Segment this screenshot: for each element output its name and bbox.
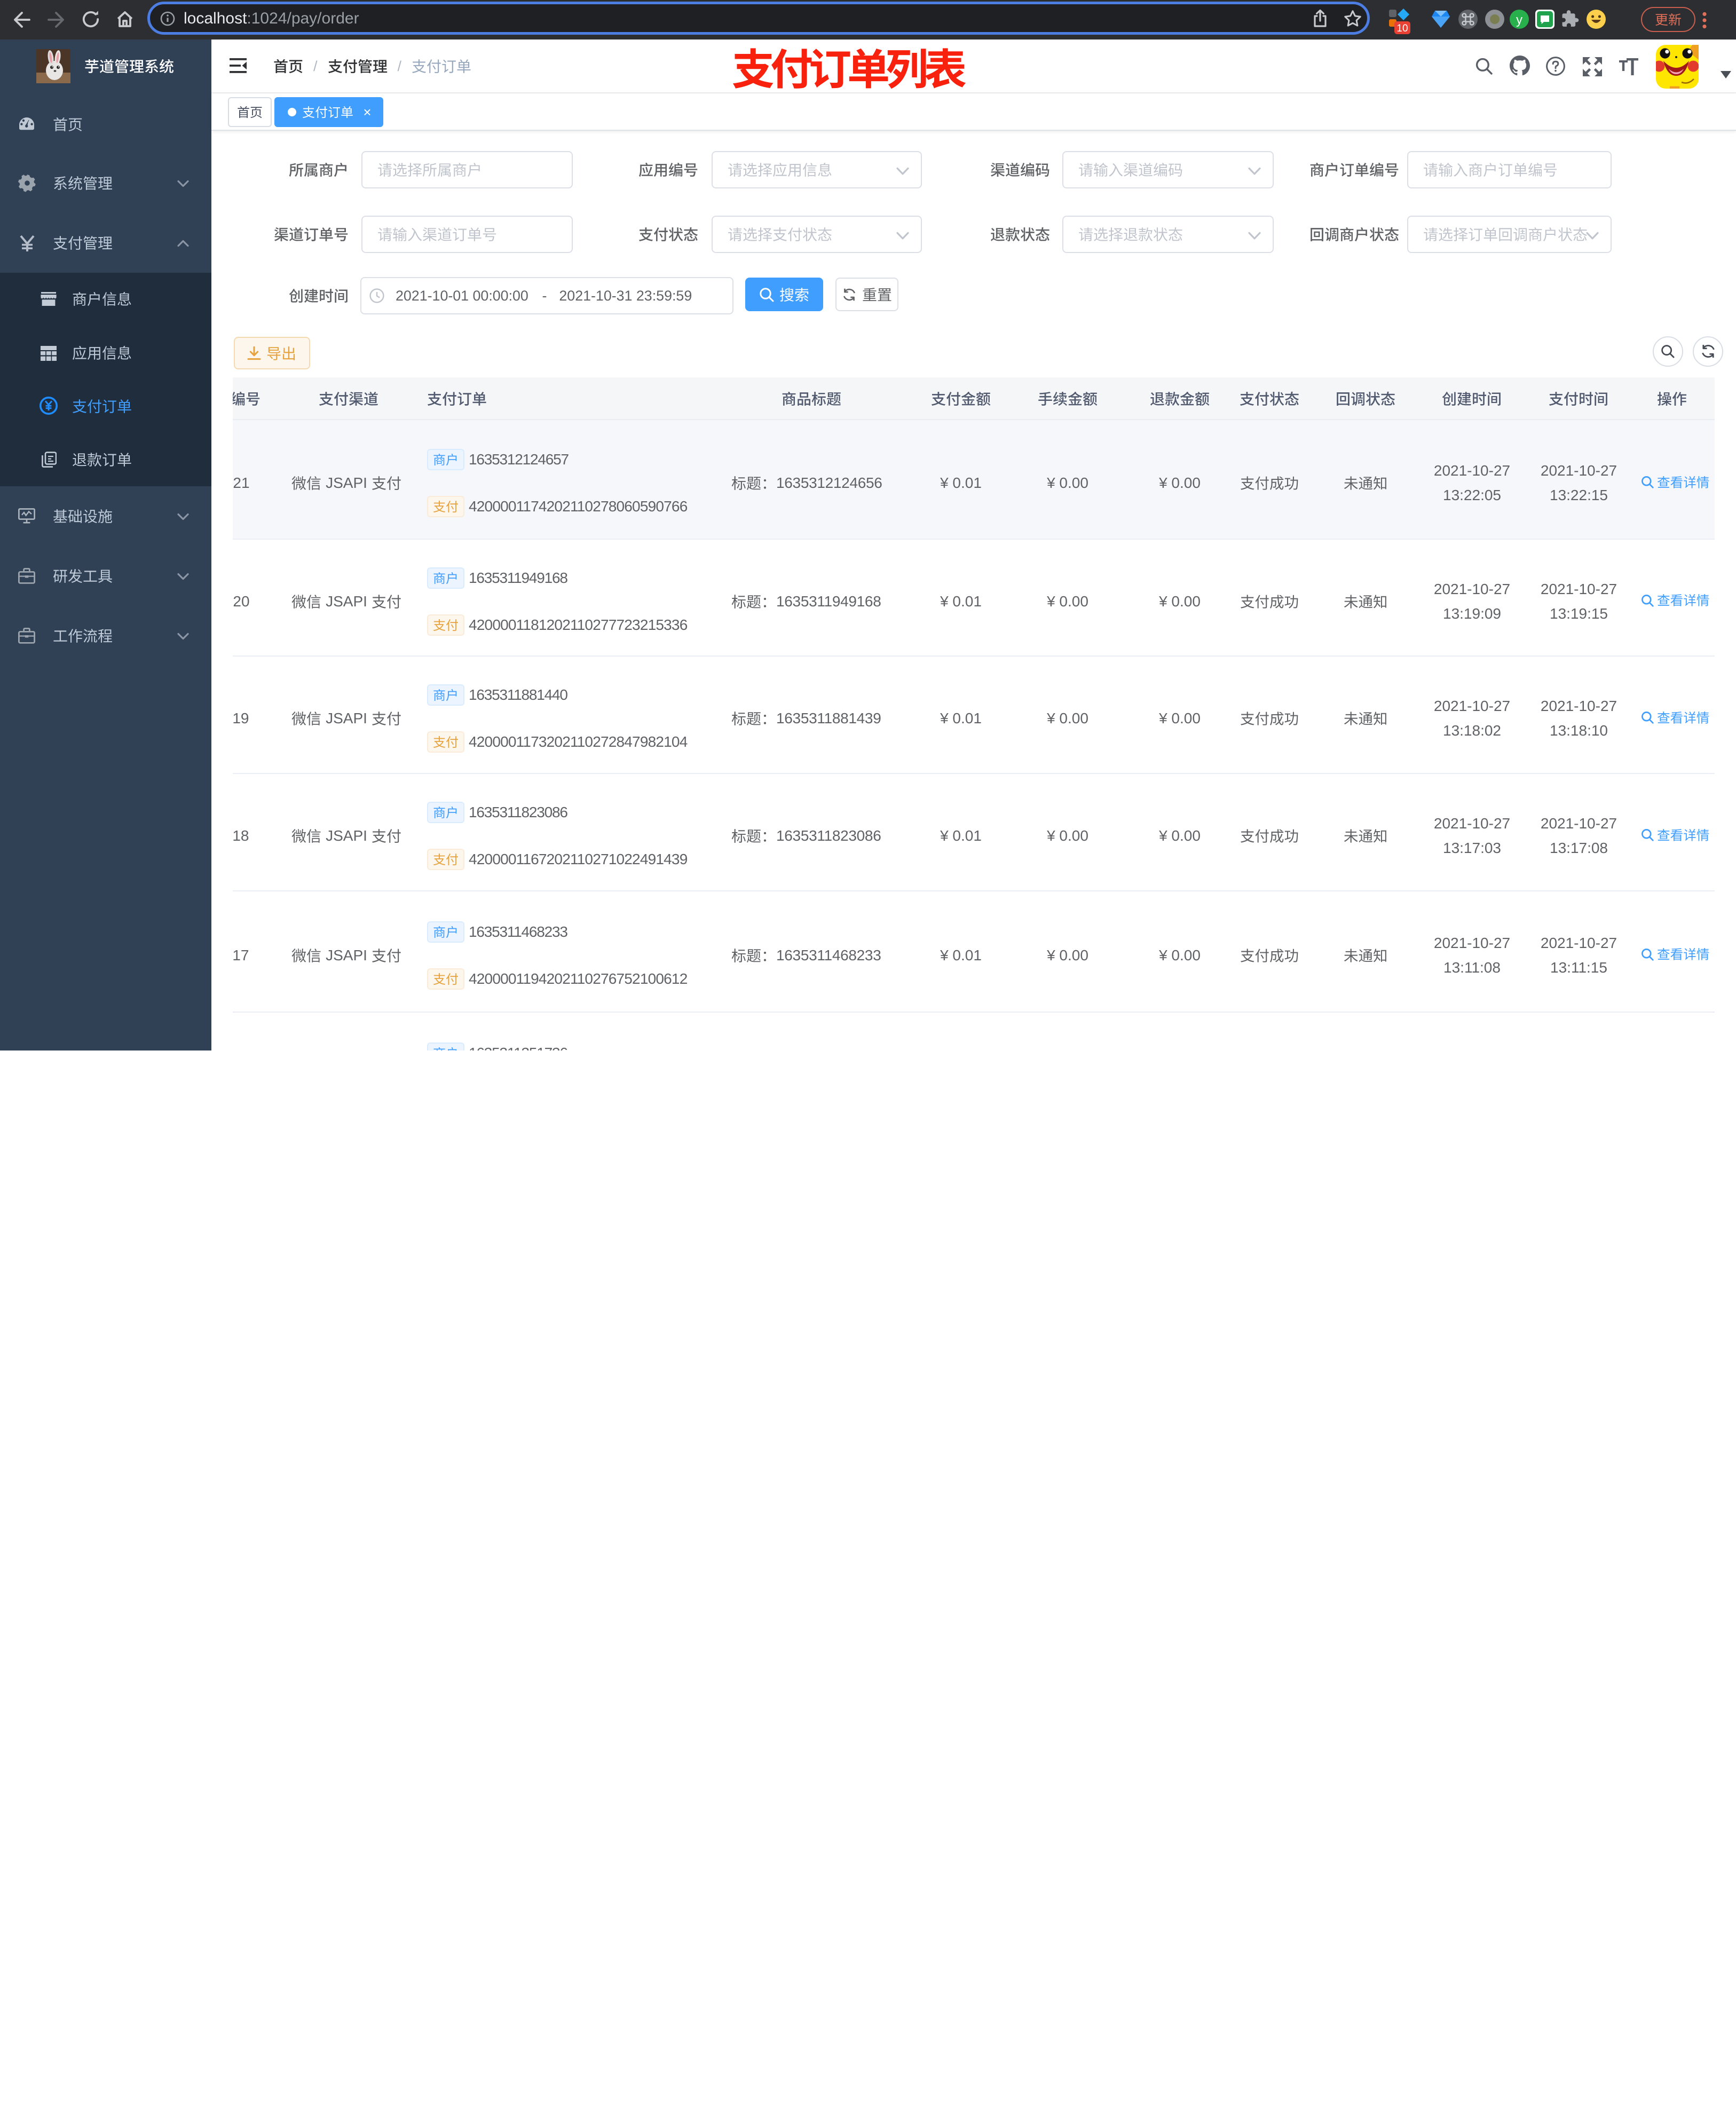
svg-text:10: 10 [1396,23,1408,34]
svg-text:y: y [1516,13,1522,27]
